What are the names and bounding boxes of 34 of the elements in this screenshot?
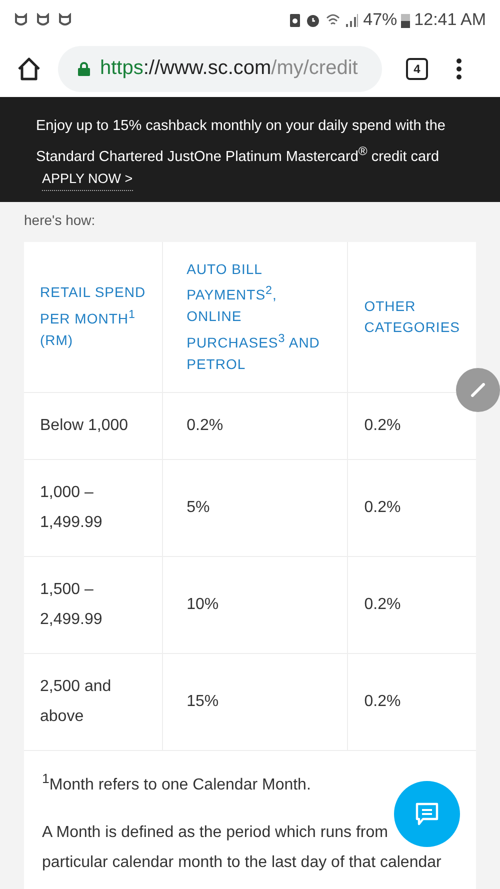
home-icon[interactable]: [16, 56, 42, 82]
footnote-text: A Month is defined as the period which runs from: [42, 823, 389, 844]
table-cell: 1,500 – 2,499.99: [24, 556, 162, 654]
alarm-icon: [305, 12, 322, 28]
table-cell: 5%: [162, 460, 348, 556]
address-field[interactable]: https://www.sc.com/my/credit: [58, 46, 382, 92]
lock-icon: [78, 62, 90, 76]
tab-count-button[interactable]: 4: [406, 58, 428, 80]
more-icon[interactable]: [456, 58, 462, 80]
table-cell: 10%: [162, 556, 348, 654]
clock: 12:41 AM: [414, 10, 486, 30]
battery-percent: 47%: [363, 10, 398, 30]
edit-button[interactable]: [456, 368, 500, 412]
battery-icon: [401, 12, 410, 28]
table-cell: 0.2%: [348, 556, 476, 654]
footnote-text: particular calendar month to the last day of that calendar: [42, 853, 442, 874]
signal-icon: [345, 12, 360, 28]
notification-icon: [36, 13, 50, 27]
battery-saver-icon: [289, 12, 302, 28]
table-cell: 1,000 – 1,499.99: [24, 460, 162, 556]
table-cell: 0.2%: [348, 460, 476, 556]
apply-now-link[interactable]: APPLY NOW >: [42, 170, 133, 191]
table-cell: 0.2%: [162, 392, 348, 460]
intro-text: here's how:: [24, 211, 96, 230]
notification-icon: [58, 13, 72, 27]
promo-text: Enjoy up to 15% cashback monthly on your daily spend with the Standard Chartered JustOne Platinum Mastercard$^{®}$ credit card: [36, 117, 446, 167]
chat-icon: [413, 800, 441, 828]
column-header: RETAIL SPEND PER MONTH$^{1}$ (RM): [24, 242, 162, 392]
pencil-icon: [471, 383, 485, 397]
notification-icon: [14, 13, 28, 27]
footnote-text: $^{1}$Month refers to one Calendar Month.: [42, 771, 312, 794]
url-text: https://www.sc.com/my/credit: [100, 57, 358, 80]
table-cell: Below 1,000: [24, 392, 162, 460]
column-header: AUTO BILL PAYMENTS$^{2}$, ONLINE PURCHASES$^{3}$ AND PETROL: [162, 242, 348, 392]
